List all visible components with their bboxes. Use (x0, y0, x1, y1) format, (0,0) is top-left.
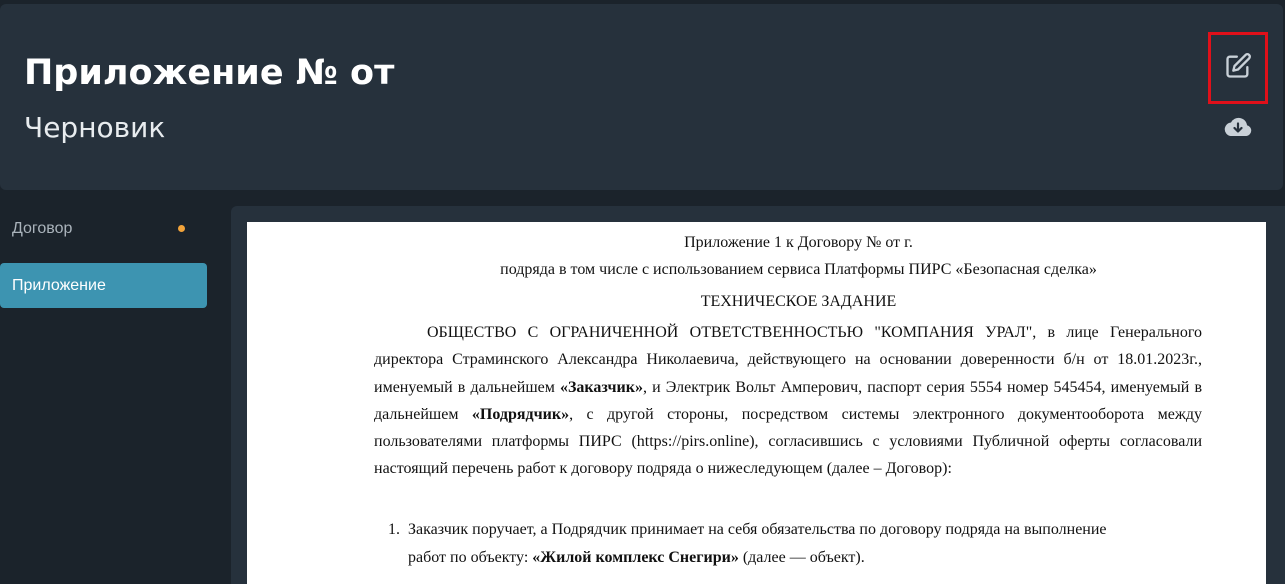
cloud-download-icon (1223, 116, 1253, 143)
sidebar-item-label: Приложение (12, 277, 106, 294)
unsaved-indicator-dot (178, 225, 185, 232)
sidebar-item-appendix[interactable]: Приложение (0, 263, 207, 308)
list-bold-text: «Жилой комплекс Снегири» (532, 549, 739, 566)
document-heading: Приложение 1 к Договору № от г. (684, 234, 913, 251)
document-subheading: подряда в том числе с использованием сер… (500, 261, 1097, 278)
edit-button[interactable] (1208, 32, 1268, 104)
paragraph-bold-text: «Заказчик» (559, 378, 643, 396)
sidebar-item-contract[interactable]: Договор (0, 206, 207, 251)
status-label: Черновик (24, 111, 166, 144)
sidebar-item-label: Договор (12, 220, 73, 237)
document-paragraph: ОБЩЕСТВО С ОГРАНИЧЕННОЙ ОТВЕТСТВЕННОСТЬЮ… (374, 319, 1202, 483)
list-text: (далее — объект). (738, 549, 865, 566)
list-number: 1. (388, 521, 400, 538)
edit-icon (1224, 52, 1252, 85)
document-section-title: ТЕХНИЧЕСКОЕ ЗАДАНИЕ (700, 293, 897, 310)
list-item: 1. Заказчик поручает, а Подрядчик принима… (388, 516, 1128, 572)
paragraph-bold-text: «Подрядчик» (471, 405, 570, 423)
download-button[interactable] (1222, 116, 1254, 142)
document-preview: Приложение 1 к Договору № от г. подряда … (247, 222, 1266, 584)
document-header: Приложение № от Черновик (0, 4, 1283, 190)
sidebar: Договор Приложение (0, 190, 220, 584)
page-title: Приложение № от (24, 53, 395, 93)
